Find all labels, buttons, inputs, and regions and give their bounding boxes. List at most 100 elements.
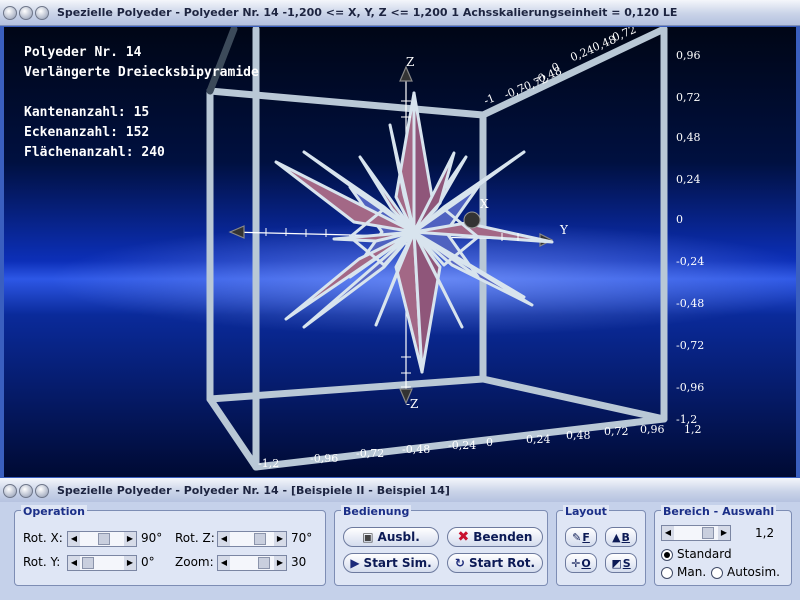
rot-y-slider[interactable]: ◀ ▶	[67, 555, 137, 571]
hide-icon: ▣	[362, 530, 374, 544]
slider-thumb[interactable]	[702, 527, 714, 539]
layout-b-button[interactable]: ▲ B	[605, 527, 637, 547]
bottom-tick: -0,24	[448, 439, 477, 452]
eraser-icon: ◩	[611, 556, 622, 570]
bottom-tick: -0,72	[356, 447, 385, 460]
man-radio[interactable]	[661, 567, 673, 579]
rot-x-slider[interactable]: ◀ ▶	[67, 531, 137, 547]
crosshair-icon: ✛	[571, 556, 581, 570]
slider-left-arrow-icon[interactable]: ◀	[218, 532, 230, 546]
window-menu-icon[interactable]	[3, 483, 17, 498]
bereich-slider[interactable]: ◀ ▶	[661, 525, 731, 541]
bottom-tick: 0	[486, 436, 493, 449]
bottom-tick: -1,2	[258, 457, 280, 470]
autosim-radio[interactable]	[711, 567, 723, 579]
slider-right-arrow-icon[interactable]: ▶	[718, 526, 730, 540]
rot-y-label: Rot. Y:	[23, 555, 61, 569]
layout-group: Layout ✎ F ▲ B ✛ O ◩ S	[556, 505, 646, 586]
right-tick: 1,2	[684, 423, 702, 436]
beenden-button[interactable]: ✖ Beenden	[447, 527, 543, 547]
man-label: Man.	[677, 565, 707, 579]
right-tick: -0,96	[676, 381, 705, 394]
neg-z-axis-label: -Z	[406, 397, 419, 411]
control-panel: Operation Rot. X: ◀ ▶ 90° Rot. Y: ◀ ▶ 0°…	[0, 502, 800, 600]
right-tick: 0,72	[676, 91, 701, 104]
slider-left-arrow-icon[interactable]: ◀	[68, 532, 80, 546]
ausbl-button[interactable]: ▣ Ausbl.	[343, 527, 439, 547]
right-tick: -0,72	[676, 339, 705, 352]
control-window-titlebar[interactable]: Spezielle Polyeder - Polyeder Nr. 14 - […	[0, 478, 800, 504]
bedienung-group: Bedienung ▣ Ausbl. ✖ Beenden ▶ Start Sim…	[334, 505, 548, 586]
x-axis-label: X	[480, 197, 489, 211]
brush-icon: ✎	[572, 530, 582, 544]
layout-f-button[interactable]: ✎ F	[565, 527, 597, 547]
bottom-tick: 0,24	[526, 433, 551, 446]
slider-left-arrow-icon[interactable]: ◀	[218, 556, 230, 570]
maximize-icon[interactable]	[35, 483, 49, 498]
layout-f-label: F	[582, 530, 590, 544]
close-icon: ✖	[457, 529, 470, 545]
layout-title: Layout	[563, 505, 609, 518]
bereich-value: 1,2	[755, 526, 775, 540]
layout-o-label: O	[581, 556, 591, 570]
bottom-tick: 0,96	[640, 423, 665, 436]
polyeder-name: Verlängerte Dreiecksbipyramide	[24, 65, 259, 80]
slider-thumb[interactable]	[98, 533, 110, 545]
paint-icon: ▲	[612, 530, 621, 544]
polyeder-number: Polyeder Nr. 14	[24, 45, 142, 60]
right-tick: -0,24	[676, 255, 705, 268]
rotate-icon: ↻	[454, 556, 465, 570]
slider-right-arrow-icon[interactable]: ▶	[124, 556, 136, 570]
slider-thumb[interactable]	[254, 533, 266, 545]
minimize-icon[interactable]	[19, 483, 33, 498]
minimize-icon[interactable]	[19, 5, 33, 20]
maximize-icon[interactable]	[35, 5, 49, 20]
rot-z-slider[interactable]: ◀ ▶	[217, 531, 287, 547]
bereich-group: Bereich - Auswahl ◀ ▶ 1,2 Standard Man. …	[654, 505, 792, 586]
standard-label: Standard	[677, 547, 732, 561]
operation-title: Operation	[21, 505, 87, 518]
face-count: Flächenanzahl: 240	[24, 145, 165, 160]
bottom-tick: -0,48	[402, 443, 431, 456]
right-tick: 0,48	[676, 131, 701, 144]
slider-left-arrow-icon[interactable]: ◀	[662, 526, 674, 540]
polyhedron	[274, 91, 554, 374]
bottom-tick: 0,72	[604, 425, 629, 438]
3d-viewport[interactable]: Polyeder Nr. 14 Verlängerte Dreiecksbipy…	[4, 27, 796, 477]
y-axis-marker	[463, 211, 481, 229]
autosim-label: Autosim.	[727, 565, 780, 579]
layout-s-button[interactable]: ◩ S	[605, 553, 637, 573]
edge-count: Kantenanzahl: 15	[24, 105, 150, 120]
rot-z-label: Rot. Z:	[175, 531, 215, 545]
rot-y-value: 0°	[141, 555, 155, 569]
start-sim-button[interactable]: ▶ Start Sim.	[343, 553, 439, 573]
play-icon: ▶	[350, 556, 360, 570]
main-window-titlebar[interactable]: Spezielle Polyeder - Polyeder Nr. 14 -1,…	[0, 0, 800, 26]
vertex-count: Eckenanzahl: 152	[24, 125, 150, 140]
beenden-label: Beenden	[473, 530, 533, 544]
control-window-title: Spezielle Polyeder - Polyeder Nr. 14 - […	[57, 484, 450, 497]
layout-o-button[interactable]: ✛ O	[565, 553, 597, 573]
slider-left-arrow-icon[interactable]: ◀	[68, 556, 80, 570]
start-rot-label: Start Rot.	[468, 556, 536, 570]
bottom-tick: -0,96	[310, 452, 339, 465]
slider-right-arrow-icon[interactable]: ▶	[124, 532, 136, 546]
right-tick: 0	[676, 213, 683, 226]
slider-thumb[interactable]	[82, 557, 94, 569]
slider-right-arrow-icon[interactable]: ▶	[274, 532, 286, 546]
window-menu-icon[interactable]	[3, 5, 17, 20]
slider-thumb[interactable]	[258, 557, 270, 569]
rot-x-value: 90°	[141, 531, 163, 545]
start-rot-button[interactable]: ↻ Start Rot.	[447, 553, 543, 573]
zoom-slider[interactable]: ◀ ▶	[217, 555, 287, 571]
operation-group: Operation Rot. X: ◀ ▶ 90° Rot. Y: ◀ ▶ 0°…	[14, 505, 326, 586]
z-axis-label: Z	[406, 55, 415, 69]
layout-b-label: B	[621, 530, 630, 544]
window-title: Spezielle Polyeder - Polyeder Nr. 14 -1,…	[57, 6, 678, 19]
standard-radio[interactable]	[661, 549, 673, 561]
right-tick: 0,96	[676, 49, 701, 62]
y-axis-label: Y	[560, 223, 568, 237]
zoom-value: 30	[291, 555, 307, 569]
right-tick: 0,24	[676, 173, 701, 186]
slider-right-arrow-icon[interactable]: ▶	[274, 556, 286, 570]
